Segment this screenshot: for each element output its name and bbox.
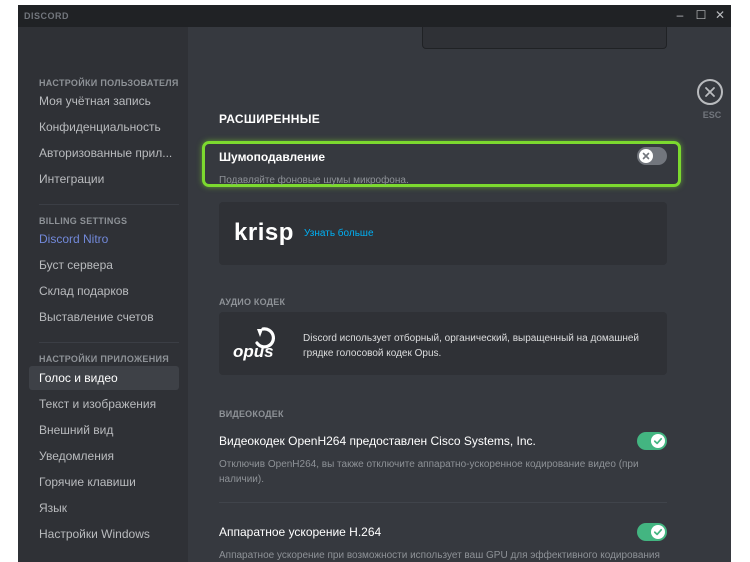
noise-suppression-label: Шумоподавление bbox=[219, 150, 325, 164]
sidebar-separator bbox=[39, 342, 179, 343]
noise-suppression-toggle[interactable] bbox=[637, 147, 667, 165]
sidebar-item-windows-settings[interactable]: Настройки Windows bbox=[29, 522, 179, 546]
hw-accel-label: Аппаратное ускорение H.264 bbox=[219, 525, 382, 539]
sidebar-item-authorized-apps[interactable]: Авторизованные прил... bbox=[29, 141, 179, 165]
opus-logo-text: opus bbox=[233, 342, 274, 361]
sidebar-item-my-account[interactable]: Моя учётная запись bbox=[29, 89, 179, 113]
sidebar-item-notifications[interactable]: Уведомления bbox=[29, 444, 179, 468]
sidebar-item-integrations[interactable]: Интеграции bbox=[29, 167, 179, 191]
close-settings-button[interactable] bbox=[697, 79, 723, 105]
hw-accel-description: Аппаратное ускорение при возможности исп… bbox=[219, 550, 660, 561]
krisp-logo: krisp bbox=[234, 219, 294, 246]
krisp-learn-more-link[interactable]: Узнать больше bbox=[304, 228, 374, 239]
noise-suppression-description: Подавляйте фоновые шумы микрофона. bbox=[219, 175, 409, 186]
audio-codec-header: АУДИО КОДЕК bbox=[219, 297, 286, 307]
esc-label: ESC bbox=[702, 110, 722, 120]
opus-description-line1: Discord использует отборный, органически… bbox=[303, 333, 640, 344]
video-codec-header: ВИДЕОКОДЕК bbox=[219, 409, 284, 419]
openh264-description-line1: Отключив OpenH264, вы также отключите ап… bbox=[219, 459, 639, 470]
maximize-button[interactable]: ☐ bbox=[694, 8, 708, 22]
openh264-toggle[interactable] bbox=[637, 432, 667, 450]
sidebar-item-appearance[interactable]: Внешний вид bbox=[29, 418, 179, 442]
close-window-button[interactable]: ✕ bbox=[713, 8, 727, 22]
x-icon bbox=[642, 152, 650, 160]
close-icon bbox=[705, 87, 715, 97]
krisp-card: krisp Узнать больше bbox=[219, 202, 667, 265]
toggle-knob bbox=[639, 149, 653, 163]
toggle-knob bbox=[651, 525, 665, 539]
sidebar-item-voice-video[interactable]: Голос и видео bbox=[29, 366, 179, 390]
sidebar-header-billing: BILLING SETTINGS bbox=[39, 216, 128, 226]
opus-description-line2: грядке голосовой кодек Opus. bbox=[303, 348, 442, 359]
discord-window: DISCORD – ☐ ✕ НАСТРОЙКИ ПОЛЬЗОВАТЕЛЯ Моя… bbox=[18, 5, 731, 562]
openh264-description-line2: наличии). bbox=[219, 474, 264, 485]
sidebar-item-discord-nitro[interactable]: Discord Nitro bbox=[29, 227, 179, 251]
settings-content: ESC РАСШИРЕННЫЕ Шумоподавление Подавляйт… bbox=[188, 27, 731, 562]
sidebar-item-billing[interactable]: Выставление счетов bbox=[29, 305, 179, 329]
title-bar: DISCORD – ☐ ✕ bbox=[18, 5, 731, 27]
sidebar-header-user-settings: НАСТРОЙКИ ПОЛЬЗОВАТЕЛЯ bbox=[39, 78, 179, 88]
opus-card: opus Discord использует отборный, органи… bbox=[219, 312, 667, 375]
sidebar-item-keybinds[interactable]: Горячие клавиши bbox=[29, 470, 179, 494]
check-icon bbox=[653, 437, 663, 445]
hw-accel-toggle[interactable] bbox=[637, 523, 667, 541]
openh264-label: Видеокодек OpenH264 предоставлен Cisco S… bbox=[219, 434, 536, 448]
minimize-button[interactable]: – bbox=[673, 8, 687, 22]
sidebar-item-privacy[interactable]: Конфиденциальность bbox=[29, 115, 179, 139]
sidebar-item-text-images[interactable]: Текст и изображения bbox=[29, 392, 179, 416]
section-title-advanced: РАСШИРЕННЫЕ bbox=[219, 112, 321, 126]
check-icon bbox=[653, 528, 663, 536]
previous-section-card bbox=[422, 27, 667, 49]
app-brand: DISCORD bbox=[24, 11, 70, 21]
sidebar-header-app-settings: НАСТРОЙКИ ПРИЛОЖЕНИЯ bbox=[39, 354, 170, 364]
divider bbox=[219, 502, 667, 503]
settings-sidebar: НАСТРОЙКИ ПОЛЬЗОВАТЕЛЯ Моя учётная запис… bbox=[18, 27, 188, 562]
sidebar-separator bbox=[39, 204, 179, 205]
toggle-knob bbox=[651, 434, 665, 448]
sidebar-item-language[interactable]: Язык bbox=[29, 496, 179, 520]
sidebar-item-gift-inventory[interactable]: Склад подарков bbox=[29, 279, 179, 303]
sidebar-item-server-boost[interactable]: Буст сервера bbox=[29, 253, 179, 277]
